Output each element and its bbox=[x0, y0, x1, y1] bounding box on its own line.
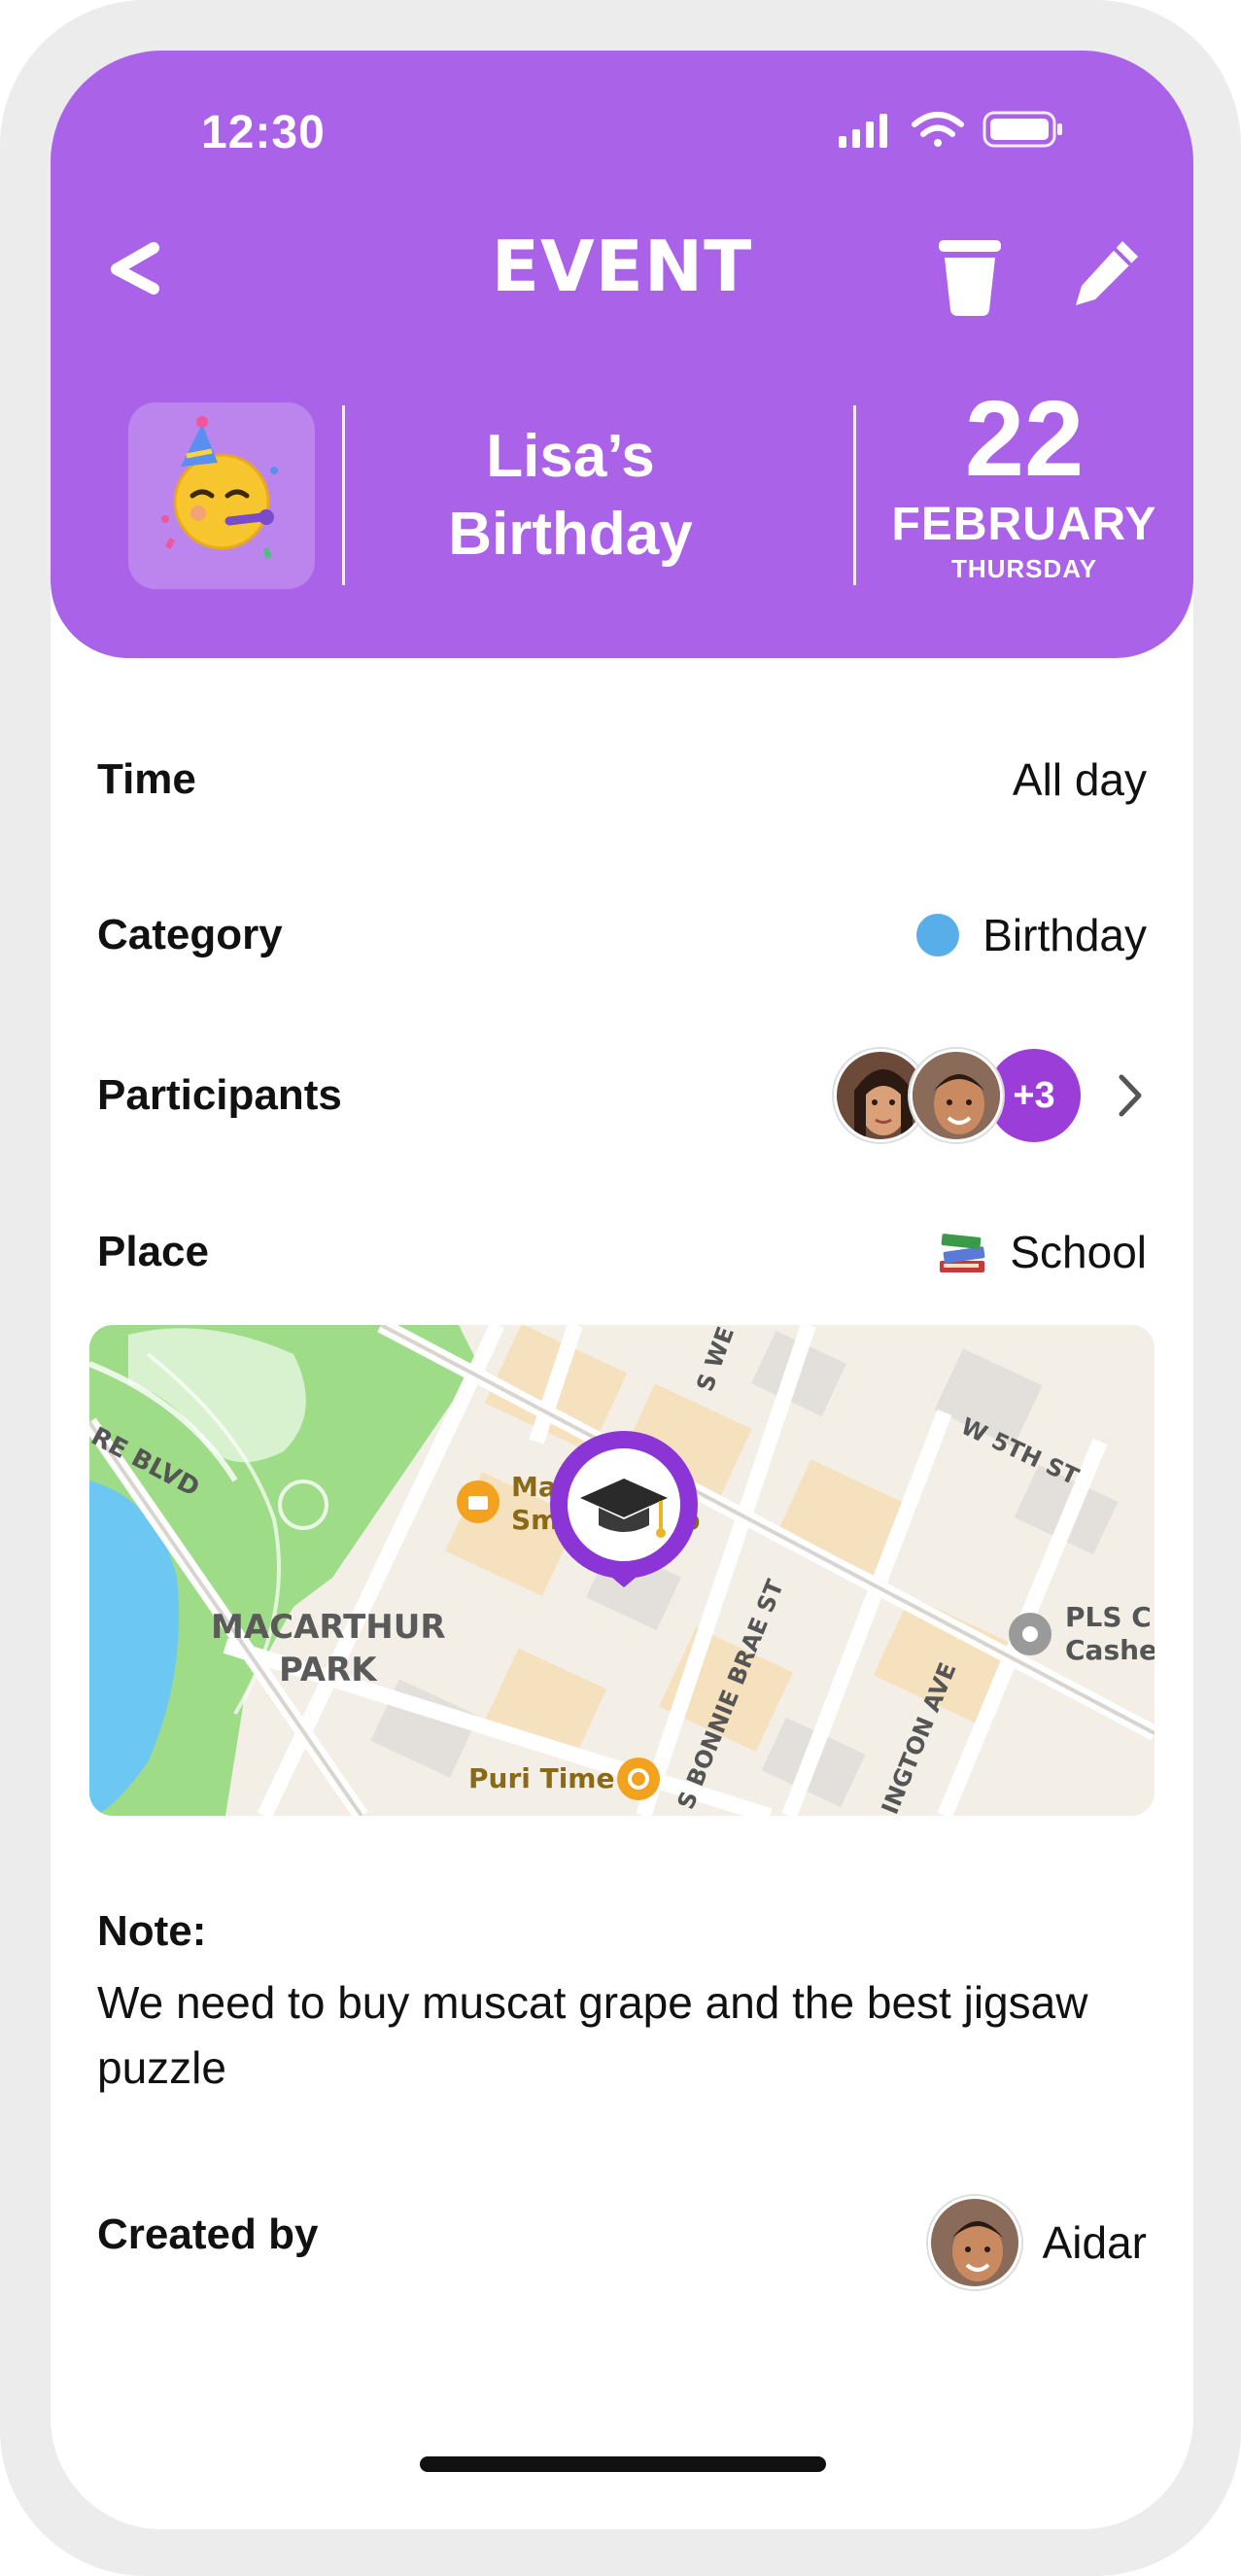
map-label-park-line2: PARK bbox=[279, 1651, 378, 1689]
back-icon[interactable] bbox=[101, 230, 179, 308]
time-value: All day bbox=[1012, 754, 1147, 805]
phone-frame: 12:30 EVENT Lisa’s Birthday 22 FEBRUARY … bbox=[0, 0, 1241, 2576]
date-day: 22 bbox=[964, 379, 1085, 499]
category-label: Category bbox=[97, 911, 283, 958]
party-face-icon bbox=[161, 416, 278, 559]
wifi-icon bbox=[912, 112, 964, 147]
header-divider bbox=[853, 405, 856, 585]
category-value: Birthday bbox=[916, 896, 1147, 974]
screen: 12:30 EVENT Lisa’s Birthday 22 FEBRUARY … bbox=[51, 51, 1193, 2529]
date-weekday: THURSDAY bbox=[950, 554, 1098, 583]
participant-avatars: +3 bbox=[834, 1045, 1085, 1146]
event-name-line1: Lisa’s bbox=[486, 423, 655, 490]
note-text: We need to buy muscat grape and the best… bbox=[97, 1977, 1088, 2093]
date-month: FEBRUARY bbox=[891, 499, 1157, 550]
category-row: Category Birthday bbox=[97, 896, 1147, 974]
map-label-poi3-line2: Cashe bbox=[1065, 1634, 1155, 1666]
place-row: Place School bbox=[97, 1213, 1147, 1291]
signal-icon bbox=[839, 114, 887, 148]
map-label-poi2: Puri Time bbox=[468, 1762, 614, 1794]
restaurant-poi-icon bbox=[617, 1758, 660, 1800]
edit-icon[interactable] bbox=[1066, 235, 1144, 313]
created-by-row: Created by Aidar bbox=[97, 2196, 1147, 2289]
created-by-label: Created by bbox=[97, 2210, 319, 2258]
event-name-line2: Birthday bbox=[448, 501, 693, 568]
location-map[interactable]: RE BLVD MACARTHUR PARK Mac Park Smoke Sh… bbox=[89, 1325, 1155, 1816]
category-color-dot bbox=[916, 914, 960, 957]
chevron-right-icon[interactable] bbox=[1112, 1071, 1147, 1120]
books-icon bbox=[940, 1234, 985, 1272]
note-label: Note: bbox=[97, 1907, 207, 1955]
creator-name: Aidar bbox=[1042, 2217, 1147, 2268]
time-row: Time All day bbox=[97, 741, 1147, 818]
time-label: Time bbox=[97, 755, 196, 803]
status-time: 12:30 bbox=[201, 107, 326, 158]
creator-value: Aidar bbox=[927, 2196, 1147, 2289]
event-name: Lisa’s Birthday bbox=[376, 418, 765, 574]
participants-value[interactable]: +3 bbox=[834, 1045, 1147, 1146]
avatar bbox=[910, 1049, 1003, 1142]
status-icons bbox=[839, 111, 1062, 148]
event-date: 22 FEBRUARY THURSDAY bbox=[879, 386, 1170, 585]
creator-avatar bbox=[927, 2196, 1021, 2289]
participants-row[interactable]: Participants +3 bbox=[97, 1045, 1147, 1146]
map-label-poi3-line1: PLS C bbox=[1065, 1601, 1152, 1633]
participants-label: Participants bbox=[97, 1071, 342, 1119]
home-indicator[interactable] bbox=[420, 2456, 826, 2472]
delete-icon[interactable] bbox=[931, 232, 1009, 320]
header-divider bbox=[342, 405, 345, 585]
page-title: EVENT bbox=[491, 226, 753, 307]
map-label-park-line1: MACARTHUR bbox=[211, 1608, 446, 1647]
place-value: School bbox=[934, 1213, 1147, 1291]
place-name: School bbox=[1010, 1227, 1147, 1277]
event-header: 12:30 EVENT Lisa’s Birthday 22 FEBRUARY … bbox=[51, 51, 1193, 658]
map-canvas[interactable]: RE BLVD MACARTHUR PARK Mac Park Smoke Sh… bbox=[89, 1325, 1155, 1816]
event-emoji-tile bbox=[128, 402, 315, 589]
place-label: Place bbox=[97, 1228, 209, 1275]
battery-icon bbox=[982, 111, 1062, 148]
category-name: Birthday bbox=[982, 910, 1147, 960]
